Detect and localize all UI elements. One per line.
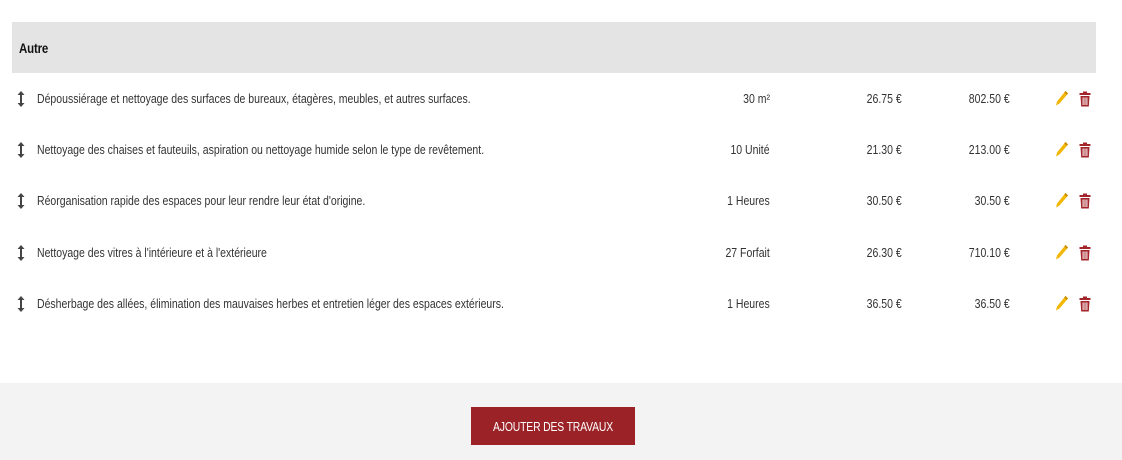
work-item-total: 213.00 € bbox=[969, 143, 1010, 158]
work-item-quantity: 1 Heures bbox=[727, 194, 770, 209]
work-items-list: Dépoussiérage et nettoyage des surfaces … bbox=[12, 73, 1096, 330]
work-item-row: Désherbage des allées, élimination des m… bbox=[12, 279, 1096, 330]
section-autre: Autre Dépoussiérage et nettoyage des sur… bbox=[12, 22, 1096, 330]
work-item-description: Désherbage des allées, élimination des m… bbox=[37, 297, 504, 312]
work-item-unit-price: 26.30 € bbox=[866, 245, 902, 260]
work-item-unit-price: 30.50 € bbox=[866, 194, 902, 209]
vertical-arrows-icon[interactable] bbox=[17, 244, 25, 261]
work-item-quantity: 1 Heures bbox=[727, 297, 770, 312]
pencil-icon[interactable] bbox=[1055, 141, 1069, 159]
vertical-arrows-icon[interactable] bbox=[17, 193, 25, 210]
work-item-unit-price: 26.75 € bbox=[866, 91, 902, 106]
work-item-quantity: 10 Unité bbox=[730, 143, 770, 158]
footer-bar: AJOUTER DES TRAVAUX bbox=[0, 383, 1122, 460]
work-item-unit-price: 21.30 € bbox=[866, 143, 902, 158]
trash-icon[interactable] bbox=[1078, 192, 1092, 210]
work-item-description: Dépoussiérage et nettoyage des surfaces … bbox=[37, 91, 471, 106]
work-item-row: Dépoussiérage et nettoyage des surfaces … bbox=[12, 73, 1096, 124]
work-item-unit-price: 36.50 € bbox=[866, 297, 902, 312]
trash-icon[interactable] bbox=[1078, 244, 1092, 262]
work-item-description: Nettoyage des chaises et fauteuils, aspi… bbox=[37, 143, 485, 158]
section-title: Autre bbox=[19, 39, 49, 56]
pencil-icon[interactable] bbox=[1055, 192, 1069, 210]
trash-icon[interactable] bbox=[1078, 90, 1092, 108]
work-item-quantity: 27 Forfait bbox=[725, 245, 770, 260]
work-item-row: Nettoyage des vitres à l'intérieure et à… bbox=[12, 227, 1096, 278]
work-item-total: 30.50 € bbox=[974, 194, 1010, 209]
work-item-quantity: 30 m² bbox=[743, 91, 770, 106]
work-item-row: Nettoyage des chaises et fauteuils, aspi… bbox=[12, 124, 1096, 175]
vertical-arrows-icon[interactable] bbox=[17, 142, 25, 159]
vertical-arrows-icon[interactable] bbox=[17, 296, 25, 313]
work-item-row: Réorganisation rapide des espaces pour l… bbox=[12, 176, 1096, 227]
work-item-total: 710.10 € bbox=[969, 245, 1010, 260]
section-header: Autre bbox=[12, 22, 1096, 73]
pencil-icon[interactable] bbox=[1055, 90, 1069, 108]
trash-icon[interactable] bbox=[1078, 141, 1092, 159]
pencil-icon[interactable] bbox=[1055, 244, 1069, 262]
work-item-total: 802.50 € bbox=[969, 91, 1010, 106]
vertical-arrows-icon[interactable] bbox=[17, 90, 25, 107]
work-item-total: 36.50 € bbox=[974, 297, 1010, 312]
add-works-button[interactable]: AJOUTER DES TRAVAUX bbox=[471, 407, 635, 445]
page: Autre Dépoussiérage et nettoyage des sur… bbox=[0, 0, 1122, 460]
work-item-description: Réorganisation rapide des espaces pour l… bbox=[37, 194, 366, 209]
pencil-icon[interactable] bbox=[1055, 295, 1069, 313]
add-works-button-label: AJOUTER DES TRAVAUX bbox=[492, 418, 614, 434]
trash-icon[interactable] bbox=[1078, 295, 1092, 313]
work-item-description: Nettoyage des vitres à l'intérieure et à… bbox=[37, 245, 267, 260]
